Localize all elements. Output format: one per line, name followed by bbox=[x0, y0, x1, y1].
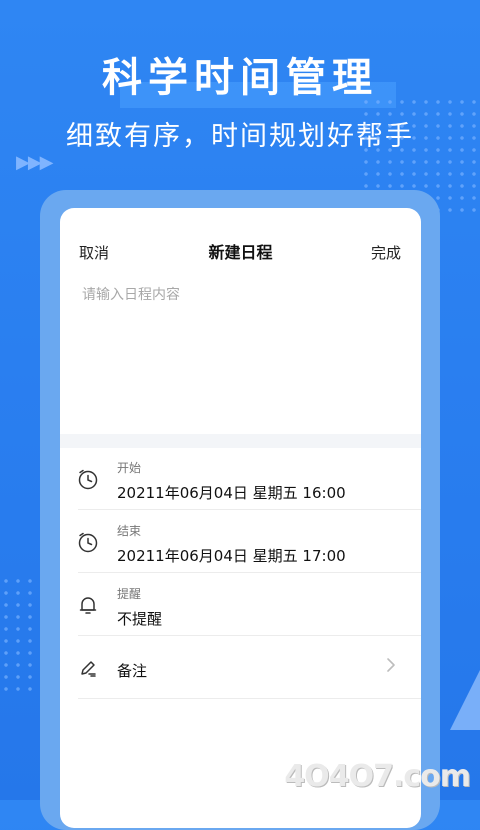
notes-row[interactable]: 备注 bbox=[60, 637, 421, 699]
end-label: 结束 bbox=[117, 524, 142, 538]
clock-icon bbox=[77, 531, 99, 553]
hero-title: 科学时间管理 bbox=[102, 50, 396, 108]
clock-icon bbox=[77, 468, 99, 490]
bell-icon bbox=[77, 594, 99, 616]
top-bar: 取消 新建日程 完成 bbox=[60, 208, 421, 288]
start-label: 开始 bbox=[117, 461, 142, 475]
chevron-right-icon bbox=[385, 656, 397, 679]
row-divider bbox=[78, 635, 421, 636]
start-time-row[interactable]: 开始 20211年06月04日 星期五 16:00 bbox=[60, 448, 421, 510]
start-value: 20211年06月04日 星期五 16:00 bbox=[117, 484, 346, 502]
schedule-content-input[interactable] bbox=[80, 282, 404, 416]
page-title: 新建日程 bbox=[208, 243, 273, 262]
end-time-row[interactable]: 结束 20211年06月04日 星期五 17:00 bbox=[60, 511, 421, 573]
triangle-decoration bbox=[450, 670, 480, 730]
reminder-row[interactable]: 提醒 不提醒 bbox=[60, 574, 421, 636]
new-schedule-card: 取消 新建日程 完成 开始 20211年06月04日 星期五 16:00 结束 bbox=[60, 208, 421, 828]
row-divider bbox=[78, 698, 421, 699]
section-separator bbox=[60, 434, 421, 448]
reminder-label: 提醒 bbox=[117, 587, 142, 601]
row-divider bbox=[78, 572, 421, 573]
end-value: 20211年06月04日 星期五 17:00 bbox=[117, 547, 346, 565]
reminder-value: 不提醒 bbox=[117, 610, 163, 628]
row-divider bbox=[78, 509, 421, 510]
pen-icon bbox=[77, 657, 99, 679]
arrows-decoration-icon: ▶▶▶ bbox=[16, 152, 54, 173]
watermark-logo: 4O4O7.com bbox=[284, 759, 471, 794]
done-button[interactable]: 完成 bbox=[371, 242, 401, 263]
notes-label: 备注 bbox=[117, 662, 148, 680]
